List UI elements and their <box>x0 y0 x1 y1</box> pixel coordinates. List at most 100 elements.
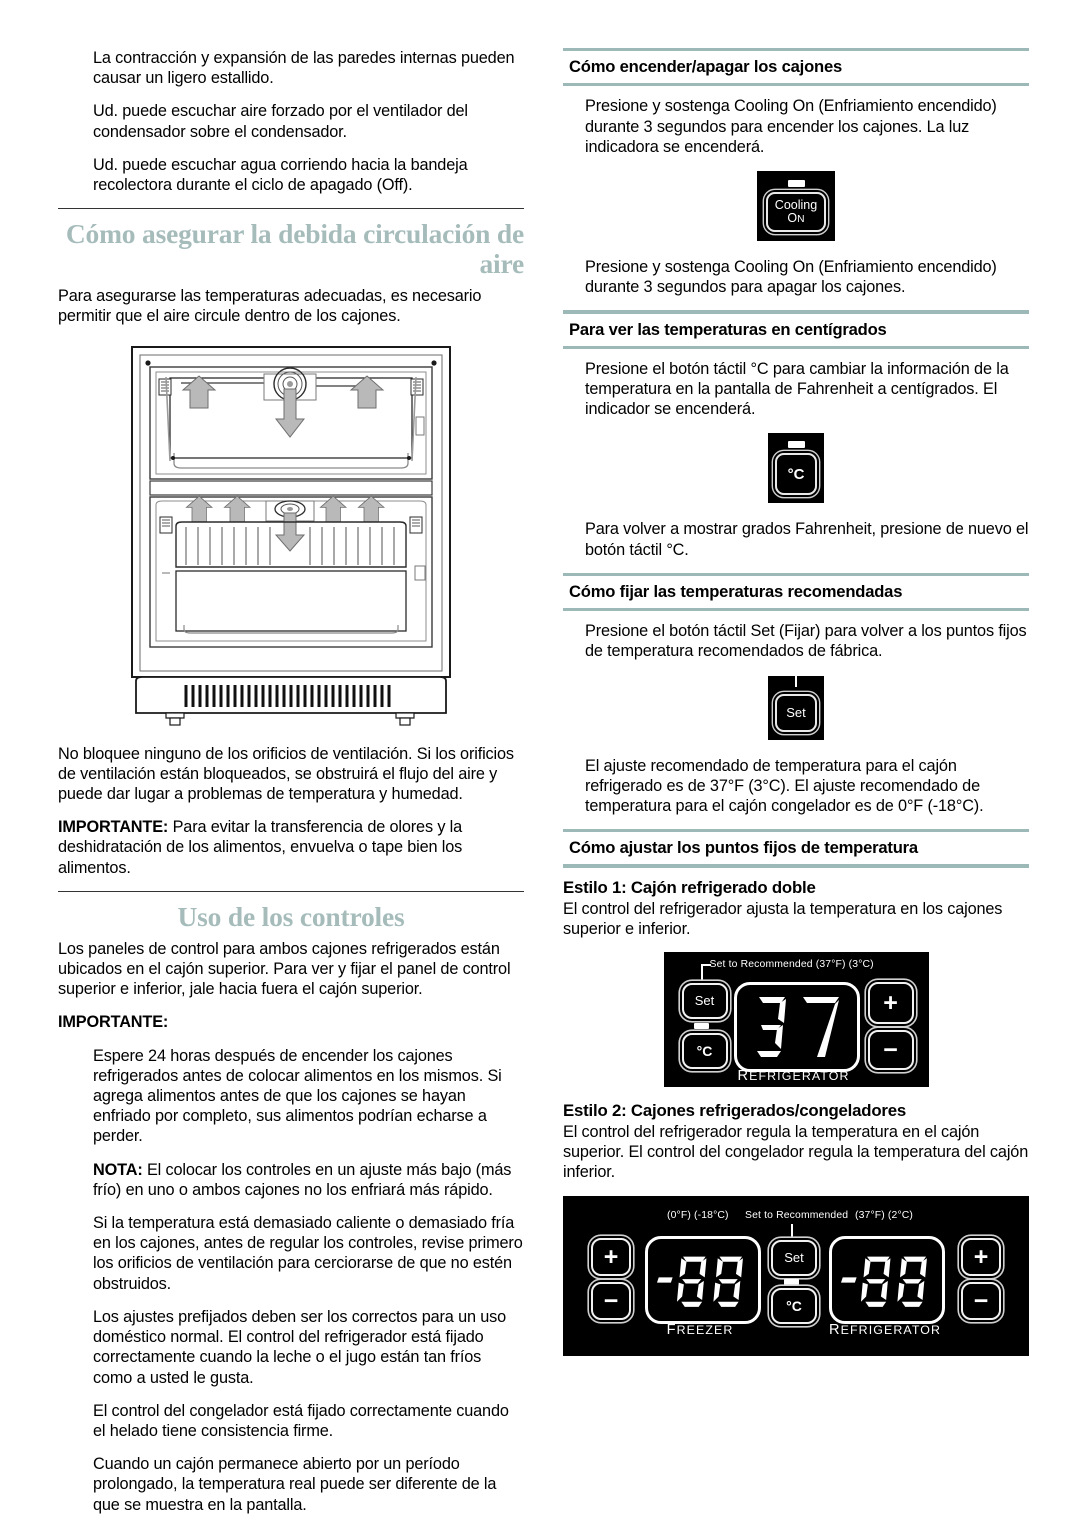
celsius-button-figure: °C <box>563 433 1029 504</box>
intro-paragraph-2: Ud. puede escuchar aire forzado por el v… <box>93 102 468 141</box>
style2-body: El control del refrigerador regula la te… <box>563 1122 1029 1182</box>
nota-label: NOTA: <box>93 1160 143 1179</box>
important-wrap-paragraph: IMPORTANTE: Para evitar la transferencia… <box>58 817 524 878</box>
cooling-on-line2: ON <box>787 210 805 225</box>
set-para-2: El ajuste recomendado de temperatura par… <box>585 756 984 815</box>
celsius-para-2: Para volver a mostrar grados Fahrenheit,… <box>585 520 1029 559</box>
section-heading: Para ver las temperaturas en centígrados <box>569 319 887 339</box>
intro-paragraph-1: La contracción y expansión de las parede… <box>93 49 515 88</box>
style2-title: Estilo 2: Cajones refrigerados/congelado… <box>563 1100 906 1120</box>
style2-set-label: Set <box>784 1250 804 1266</box>
section-rule-bottom <box>563 864 1029 868</box>
style1-set-key[interactable]: Set <box>681 982 728 1019</box>
section-recommended-temps: Cómo fijar las temperaturas recomendadas <box>563 572 1029 612</box>
tail-paragraph-2: Los ajustes prefijados deben ser los cor… <box>93 1307 507 1387</box>
important-heading: IMPORTANTE: <box>58 1013 169 1032</box>
section-rule-bottom <box>563 607 1029 612</box>
tail-paragraph-4: Cuando un cajón permanece abierto por un… <box>93 1455 497 1514</box>
heading-airflow: Cómo asegurar la debida circulación de a… <box>65 218 524 280</box>
cooling-on-black-plate: Cooling ON <box>757 170 835 241</box>
style1-control-panel: Set to Recommended (37°F) (3°C) Set °C +… <box>563 951 1029 1087</box>
indicator-lamp-icon <box>787 441 805 449</box>
seven-segment-minus-88-freezer <box>657 1256 743 1307</box>
style2-freezer-minus-label: − <box>603 1286 619 1315</box>
section-heading: Cómo fijar las temperaturas recomendadas <box>569 581 903 601</box>
style1-plus-key[interactable]: + <box>867 981 914 1024</box>
set-leader-line-icon <box>795 675 797 687</box>
style1-minus-label: − <box>883 1035 898 1064</box>
set-key-label: Set <box>786 704 806 720</box>
divider-controls <box>58 890 524 892</box>
style2-freezer-minus-key[interactable]: − <box>591 1281 631 1320</box>
celsius-para-1: Presione el botón táctil °C para cambiar… <box>585 359 1009 419</box>
celsius-key-label: °C <box>787 465 805 483</box>
set-key[interactable]: Set <box>775 693 817 732</box>
style2-control-panel: (0°F) (-18°C) Set to Recommended (37°F) … <box>563 1195 1029 1356</box>
style2-celsius-key[interactable]: °C <box>771 1287 817 1324</box>
intro-paragraph-3: Ud. puede escuchar agua corriendo hacia … <box>93 155 468 195</box>
style2-refrigerator-minus-label: − <box>973 1286 989 1315</box>
style2-set-key[interactable]: Set <box>771 1239 817 1276</box>
style1-temperature-display <box>733 981 860 1072</box>
callout-leader-horizontal-icon <box>701 963 711 966</box>
heading-controls: Uso de los controles <box>177 900 405 932</box>
callout-leader-vertical-icon <box>700 963 703 984</box>
important-body: Espere 24 horas después de encender los … <box>93 1046 502 1146</box>
style2-callout-leader-icon <box>791 1223 793 1240</box>
style1-celsius-indicator-icon <box>693 1022 709 1029</box>
nota-paragraph: NOTA: El colocar los controles en un aju… <box>93 1160 524 1200</box>
style2-freezer-label: (0°F) (-18°C) <box>667 1209 729 1221</box>
divider <box>58 208 524 210</box>
style1-refrigerator-caption: REFRIGERATOR <box>737 1067 850 1084</box>
controls-intro: Los paneles de control para ambos cajone… <box>58 939 511 999</box>
after-figure-paragraph: No bloquee ninguno de los orificios de v… <box>58 744 514 804</box>
set-para-1: Presione el botón táctil Set (Fijar) par… <box>585 622 1027 661</box>
section-celsius: Para ver las temperaturas en centígrados <box>563 310 1029 349</box>
style1-plus-label: + <box>883 988 898 1017</box>
left-column: La contracción y expansión de las parede… <box>58 48 524 1528</box>
style2-refrigerator-plus-key[interactable]: + <box>961 1237 1001 1276</box>
style1-title: Estilo 1: Cajón refrigerado doble <box>563 877 816 897</box>
style1-celsius-label: °C <box>696 1042 713 1059</box>
style2-freezer-display <box>645 1235 761 1324</box>
style2-freezer-plus-label: + <box>603 1242 619 1271</box>
set-button-figure: Set <box>563 675 1029 740</box>
manual-page: La contracción y expansión de las parede… <box>0 0 1080 1514</box>
style2-refrigerator-caption: REFRIGERATOR <box>829 1321 942 1338</box>
nota-text: El colocar los controles en un ajuste má… <box>93 1160 512 1199</box>
page-number: 27 <box>995 1339 1014 1358</box>
style2-refrigerator-minus-key[interactable]: − <box>961 1281 1001 1320</box>
style1-body: El control del refrigerador ajusta la te… <box>563 899 1003 938</box>
celsius-key[interactable]: °C <box>775 453 817 496</box>
power-para-2: Presione y sostenga Cooling On (Enfriami… <box>585 257 997 297</box>
section-heading: Cómo ajustar los puntos fijos de tempera… <box>569 838 918 858</box>
celsius-black-plate: °C <box>768 433 824 504</box>
style2-set-label-callout: Set to Recommended <box>745 1209 849 1221</box>
style2-refrigerator-display <box>829 1235 945 1324</box>
section-rule-bottom <box>563 345 1029 349</box>
important-label: IMPORTANTE: <box>58 818 169 837</box>
tail-paragraph-1: Si la temperatura está demasiado calient… <box>93 1214 523 1293</box>
style1-callout-label: Set to Recommended (37°F) (3°C) <box>709 958 874 970</box>
power-para-1: Presione y sostenga Cooling On (Enfriami… <box>585 97 997 156</box>
style2-celsius-label: °C <box>786 1297 802 1314</box>
tail-paragraph-3: El control del congelador está fijado co… <box>93 1401 509 1440</box>
indicator-lamp-icon <box>787 179 805 187</box>
style1-celsius-key[interactable]: °C <box>681 1032 728 1069</box>
right-column: Cómo encender/apagar los cajones Presion… <box>563 48 1029 1356</box>
cooling-on-button-figure: Cooling ON <box>563 170 1029 241</box>
refrigerator-drawers-airflow-diagram <box>58 341 524 726</box>
style1-minus-key[interactable]: − <box>867 1029 914 1070</box>
style2-celsius-indicator-icon <box>784 1278 799 1285</box>
set-black-plate: Set <box>768 675 824 740</box>
cooling-on-key[interactable]: Cooling ON <box>766 191 826 232</box>
airflow-intro: Para asegurarse las temperaturas adecuad… <box>58 287 482 326</box>
style2-freezer-plus-key[interactable]: + <box>591 1237 631 1276</box>
style2-refrigerator-label: (37°F) (2°C) <box>855 1209 914 1221</box>
seven-segment-37 <box>756 996 839 1057</box>
style2-refrigerator-plus-label: + <box>973 1242 989 1271</box>
section-rule-bottom <box>563 83 1029 87</box>
section-heading: Cómo encender/apagar los cajones <box>569 57 843 77</box>
section-adjust-setpoints: Cómo ajustar los puntos fijos de tempera… <box>563 829 1029 868</box>
style2-freezer-caption: FREEZER <box>666 1321 734 1338</box>
